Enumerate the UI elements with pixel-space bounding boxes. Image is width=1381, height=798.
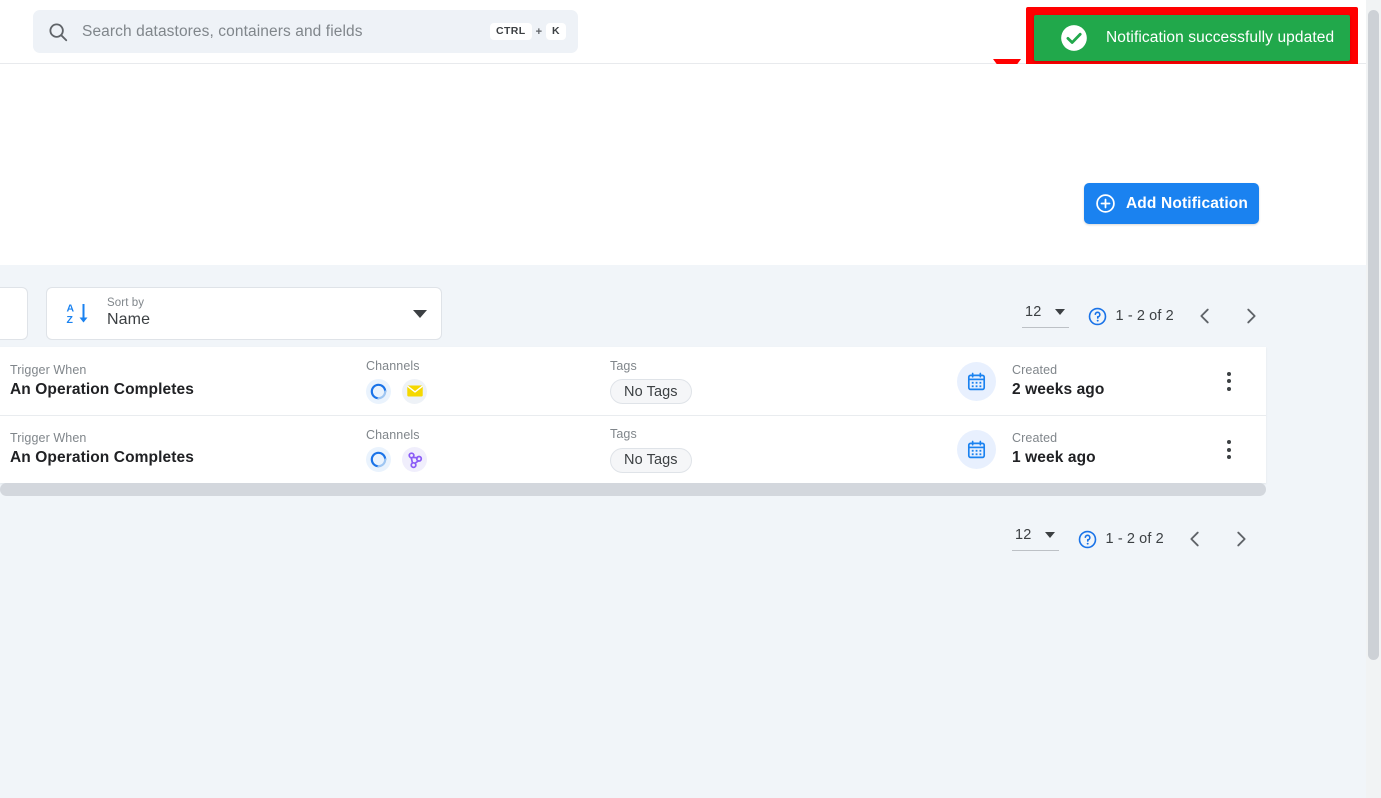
menu-dot (1227, 386, 1231, 391)
cell-created: Created 2 weeks ago (957, 361, 1104, 401)
check-circle-icon (1060, 24, 1088, 52)
svg-text:A: A (67, 302, 75, 314)
tags-label: Tags (610, 427, 637, 442)
calendar-icon (957, 430, 996, 469)
channels-label: Channels (366, 427, 420, 442)
table-row[interactable]: Trigger When An Operation Completes Chan… (0, 347, 1266, 415)
add-notification-button[interactable]: Add Notification (1084, 183, 1259, 224)
more-vertical-icon[interactable] (1212, 433, 1246, 467)
calendar-icon (957, 361, 996, 401)
email-icon[interactable] (402, 378, 427, 404)
tags-label: Tags (610, 358, 637, 373)
trigger-label: Trigger When (10, 431, 87, 446)
help-circle-icon[interactable] (1078, 530, 1097, 549)
pagination-top: 12 1 - 2 of 2 (1022, 301, 1266, 331)
channel-icon-group (366, 447, 427, 473)
cell-channels: Channels (366, 358, 427, 404)
list-toolbar: A Z Sort by Name 12 1 - 2 of 2 12 1 - 2 … (0, 287, 1366, 551)
chevron-down-icon (413, 309, 427, 318)
content-area: A Z Sort by Name 12 1 - 2 of 2 12 1 - 2 … (0, 265, 1366, 798)
shortcut-plus: + (535, 25, 543, 38)
trigger-label: Trigger When (10, 362, 87, 377)
qdrant-icon[interactable] (366, 378, 391, 404)
sort-by-value: Name (107, 311, 151, 329)
shortcut-ctrl-key: CTRL (489, 23, 532, 40)
cell-channels: Channels (366, 427, 427, 473)
menu-dot (1227, 440, 1231, 444)
horizontal-scrollbar[interactable] (0, 483, 1266, 496)
page-size-select-top[interactable]: 12 (1022, 304, 1069, 328)
page-size-value-top: 12 (1025, 304, 1042, 320)
created-value: 1 week ago (1012, 449, 1096, 467)
help-circle-icon[interactable] (1088, 307, 1107, 326)
created-label: Created (1012, 431, 1058, 446)
pagination-prev-bottom[interactable] (1180, 524, 1210, 554)
svg-text:Z: Z (67, 314, 74, 326)
cell-trigger: Trigger When An Operation Completes (10, 430, 194, 469)
menu-dot (1227, 371, 1231, 376)
pagination-prev-top[interactable] (1190, 301, 1220, 331)
page-size-value-bottom: 12 (1015, 527, 1032, 543)
tags-chip: No Tags (610, 447, 692, 473)
sort-az-icon: A Z (65, 301, 91, 327)
trigger-value: An Operation Completes (10, 380, 194, 398)
page-size-select-bottom[interactable]: 12 (1012, 527, 1059, 551)
plus-circle-icon (1095, 193, 1116, 214)
menu-dot (1227, 379, 1231, 383)
pagination-range-bottom: 1 - 2 of 2 (1105, 531, 1164, 547)
menu-dot (1227, 447, 1231, 452)
search-placeholder: Search datastores, containers and fields (82, 22, 363, 40)
sort-by-label: Sort by (107, 296, 145, 309)
channel-icon-group (366, 378, 427, 404)
chevron-down-icon (1054, 309, 1065, 315)
trigger-value: An Operation Completes (10, 449, 194, 467)
cell-tags: Tags No Tags (610, 426, 692, 473)
search-icon (47, 21, 69, 43)
pagination-bottom: 12 1 - 2 of 2 (1012, 524, 1256, 554)
app-window: Search datastores, containers and fields… (0, 0, 1381, 798)
notifications-table: Trigger When An Operation Completes Chan… (0, 347, 1266, 483)
sort-by-texts: Sort by Name (107, 296, 413, 331)
success-toast[interactable]: Notification successfully updated (1034, 15, 1350, 61)
pagination-range-top: 1 - 2 of 2 (1115, 308, 1174, 324)
webhook-icon[interactable] (402, 447, 427, 473)
pagination-next-bottom[interactable] (1226, 524, 1256, 554)
toast-message: Notification successfully updated (1106, 29, 1335, 46)
created-texts: Created 2 weeks ago (1012, 362, 1104, 401)
search-input[interactable]: Search datastores, containers and fields… (33, 10, 578, 53)
created-value: 2 weeks ago (1012, 380, 1105, 398)
shortcut-k-key: K (546, 23, 566, 40)
more-vertical-icon[interactable] (1212, 364, 1246, 398)
tags-chip: No Tags (610, 379, 692, 405)
menu-dot (1227, 455, 1231, 459)
search-shortcut-hint: CTRL + K (489, 23, 566, 40)
pagination-next-top[interactable] (1236, 301, 1266, 331)
sort-by-dropdown[interactable]: A Z Sort by Name (46, 287, 442, 340)
cell-tags: Tags No Tags (610, 358, 692, 405)
created-texts: Created 1 week ago (1012, 430, 1096, 469)
chevron-down-icon (1044, 532, 1055, 538)
vertical-scrollbar-track[interactable] (1366, 0, 1381, 798)
created-label: Created (1012, 362, 1058, 377)
table-row[interactable]: Trigger When An Operation Completes Chan… (0, 415, 1266, 483)
qdrant-icon[interactable] (366, 447, 391, 473)
cell-created: Created 1 week ago (957, 430, 1096, 469)
cell-trigger: Trigger When An Operation Completes (10, 362, 194, 401)
add-notification-label: Add Notification (1125, 194, 1249, 212)
filter-control-partial[interactable] (0, 287, 28, 340)
channels-label: Channels (366, 359, 420, 374)
vertical-scrollbar-thumb[interactable] (1368, 10, 1379, 660)
toast-annotation-highlight: Notification successfully updated (1026, 7, 1358, 69)
page-header-area: Add Notification Security Integrations T… (0, 64, 1366, 309)
